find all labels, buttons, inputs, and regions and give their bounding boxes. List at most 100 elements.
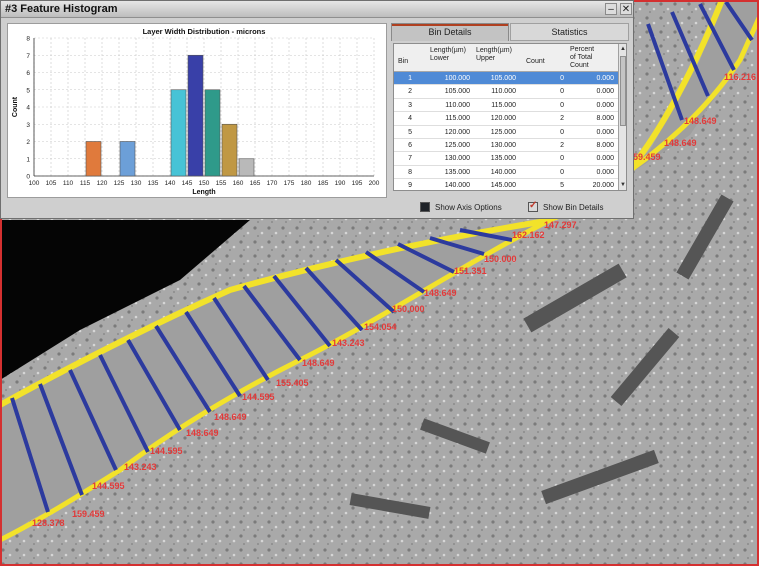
percent-cell: 0.000 — [596, 101, 614, 109]
histogram-bar — [170, 89, 187, 177]
measurement-label: 148.649 — [302, 358, 335, 368]
measurement-label: 144.595 — [92, 481, 125, 491]
table-row[interactable]: 9 140.000 145.000 5 20.000 — [394, 179, 618, 190]
table-row[interactable]: 3 110.000 115.000 0 0.000 — [394, 99, 618, 113]
measurement-label: 143.243 — [332, 338, 365, 348]
tab-bin-details[interactable]: Bin Details — [391, 23, 509, 41]
show-bin-details-checkbox[interactable] — [528, 200, 538, 212]
measurement-label: 159.459 — [72, 509, 105, 519]
table-row[interactable]: 5 120.000 125.000 0 0.000 — [394, 126, 618, 139]
column-header-bin[interactable]: Bin — [398, 58, 408, 66]
x-tick-label: 110 — [63, 180, 74, 187]
percent-cell: 0.000 — [596, 75, 614, 82]
histogram-panel: 100 105 110 115 120 125 130 135 140 145 150 155 160 1… — [7, 23, 387, 198]
x-tick-label: 150 — [199, 180, 210, 187]
histogram-bar — [238, 158, 255, 177]
x-tick-label: 185 — [318, 180, 329, 187]
x-tick-label: 195 — [352, 180, 363, 187]
show-bin-details-label[interactable]: Show Bin Details — [543, 203, 603, 212]
table-row[interactable]: 1 100.000 105.000 0 0.000 — [394, 72, 618, 86]
count-cell: 5 — [560, 182, 564, 190]
count-cell: 2 — [560, 115, 564, 123]
x-tick-label: 170 — [267, 180, 278, 187]
bin-cell: 7 — [408, 155, 412, 163]
bin-cell: 3 — [408, 101, 412, 109]
scroll-thumb[interactable] — [620, 56, 626, 126]
bin-cell: 4 — [408, 115, 412, 123]
x-tick-label: 200 — [369, 180, 380, 187]
bin-cell: 8 — [408, 168, 412, 176]
bin-cell: 2 — [408, 88, 412, 96]
percent-cell: 8.000 — [596, 141, 614, 149]
y-tick-label: 1 — [26, 156, 30, 163]
column-header-upper[interactable]: Length(µm) Upper — [476, 47, 512, 63]
x-tick-label: 100 — [29, 180, 40, 187]
lower-cell: 105.000 — [444, 88, 470, 96]
table-body: 1 100.000 105.000 0 0.000 2 105.000 110.… — [394, 72, 618, 190]
table-row[interactable]: 6 125.000 130.000 2 8.000 — [394, 139, 618, 153]
count-cell: 0 — [560, 155, 564, 163]
table-row[interactable]: 8 135.000 140.000 0 0.000 — [394, 166, 618, 180]
detail-tabs: Bin Details Statistics — [391, 23, 629, 41]
x-axis-label: Length — [192, 189, 215, 196]
measurement-label: 148.649 — [424, 288, 457, 298]
x-tick-label: 180 — [301, 180, 312, 187]
x-tick-label: 120 — [97, 180, 108, 187]
y-tick-label: 4 — [26, 105, 30, 112]
y-tick-label: 5 — [26, 87, 30, 94]
y-tick-label: 6 — [26, 70, 30, 77]
upper-cell: 145.000 — [490, 182, 516, 190]
window-title: #3 Feature Histogram — [5, 3, 118, 15]
close-button[interactable]: ✕ — [620, 3, 632, 15]
measurement-label: 148.649 — [664, 138, 697, 148]
x-tick-label: 155 — [216, 180, 227, 187]
y-axis-label: Count — [12, 96, 19, 117]
count-cell: 0 — [560, 75, 564, 82]
table-row[interactable]: 4 115.000 120.000 2 8.000 — [394, 112, 618, 126]
table-scrollbar[interactable]: ▲ ▼ — [618, 44, 626, 190]
upper-cell: 130.000 — [490, 141, 516, 149]
x-tick-label: 175 — [284, 180, 295, 187]
minimize-button[interactable]: – — [605, 3, 617, 15]
count-cell: 2 — [560, 141, 564, 149]
percent-cell: 0.000 — [596, 128, 614, 136]
histogram-bar — [85, 141, 102, 177]
show-axis-options-label[interactable]: Show Axis Options — [435, 203, 502, 212]
measurement-label: 148.649 — [186, 428, 219, 438]
x-tick-label: 115 — [80, 180, 91, 187]
measurement-label: 150.000 — [484, 254, 517, 264]
tab-statistics[interactable]: Statistics — [510, 23, 629, 41]
measurement-label: 148.649 — [214, 412, 247, 422]
y-tick-label: 8 — [26, 36, 30, 43]
column-header-lower[interactable]: Length(µm) Lower — [430, 47, 466, 63]
column-header-percent[interactable]: Percent of Total Count — [570, 46, 594, 70]
count-cell: 0 — [560, 128, 564, 136]
measurement-label: 154.054 — [364, 322, 397, 332]
title-bar[interactable]: #3 Feature Histogram – ✕ — [1, 1, 633, 18]
table-row[interactable]: 7 130.000 135.000 0 0.000 — [394, 152, 618, 166]
measurement-label: 144.595 — [150, 446, 183, 456]
upper-cell: 135.000 — [490, 155, 516, 163]
scroll-down-icon[interactable]: ▼ — [619, 180, 626, 190]
x-tick-label: 140 — [165, 180, 176, 187]
count-cell: 0 — [560, 101, 564, 109]
lower-cell: 115.000 — [445, 115, 470, 123]
histogram-chart: 100 105 110 115 120 125 130 135 140 145 150 155 160 1… — [12, 27, 380, 196]
x-tick-label: 130 — [131, 180, 142, 187]
column-header-count[interactable]: Count — [526, 58, 545, 66]
bin-cell: 9 — [408, 182, 412, 190]
bin-details-table[interactable]: Bin Length(µm) Lower Length(µm) Upper Co… — [393, 43, 627, 191]
lower-cell: 130.000 — [444, 155, 470, 163]
lower-cell: 110.000 — [445, 101, 470, 109]
x-tick-label: 145 — [182, 180, 193, 187]
table-header: Bin Length(µm) Lower Length(µm) Upper Co… — [394, 44, 618, 72]
bin-cell: 1 — [408, 75, 412, 82]
upper-cell: 110.000 — [491, 88, 516, 96]
scroll-up-icon[interactable]: ▲ — [619, 44, 626, 54]
feature-histogram-window[interactable]: #3 Feature Histogram – ✕ 100 105 110 115 120… — [0, 0, 634, 219]
histogram-bar — [221, 123, 238, 177]
table-row[interactable]: 2 105.000 110.000 0 0.000 — [394, 85, 618, 99]
show-axis-options-checkbox[interactable] — [420, 202, 430, 212]
x-tick-label: 135 — [148, 180, 159, 187]
lower-cell: 120.000 — [444, 128, 470, 136]
